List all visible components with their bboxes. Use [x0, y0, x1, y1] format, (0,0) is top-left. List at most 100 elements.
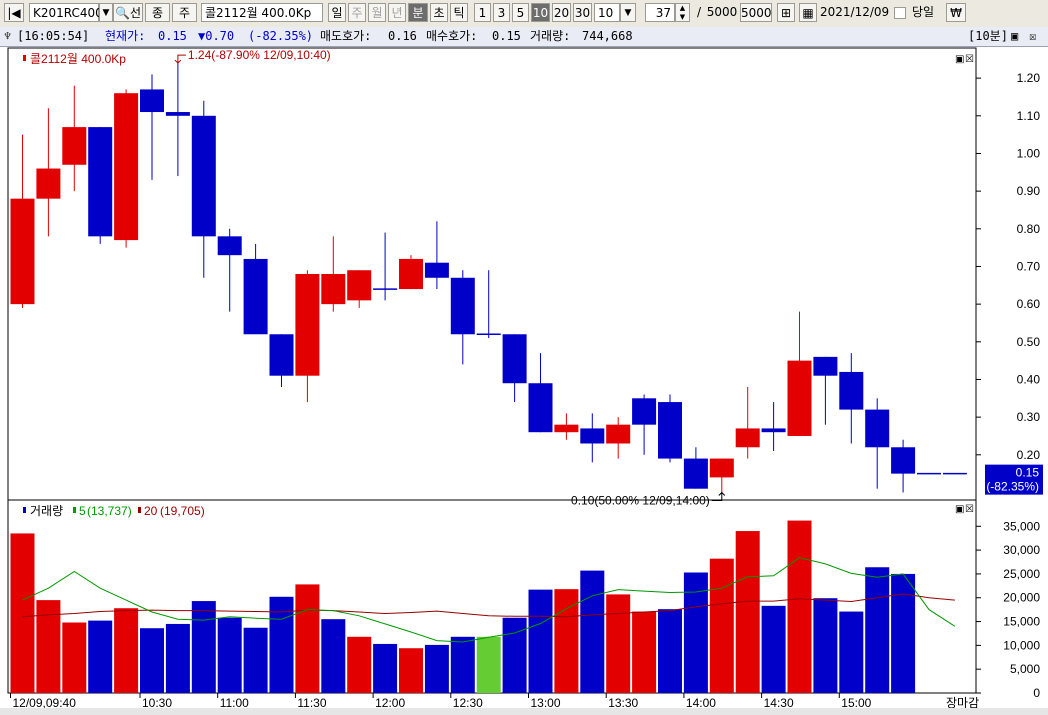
interval-3[interactable]: 3	[493, 3, 510, 22]
volume-bar	[476, 636, 501, 693]
candle-body	[295, 274, 320, 376]
volume-y-tick-label: 5,000	[1010, 662, 1040, 676]
time-axis-label: 13:00	[531, 696, 561, 710]
ma5-legend-name: 5	[79, 504, 86, 518]
period-tick[interactable]: 틱	[450, 3, 468, 22]
ma20-legend-marker	[138, 507, 141, 513]
period-minute[interactable]: 분	[408, 3, 428, 22]
volume-bar	[839, 611, 864, 693]
last-price-value: 0.15	[1016, 466, 1040, 480]
candle-body	[787, 360, 812, 436]
max-annotation: 1.24(-87.90% 12/09,10:40)	[174, 48, 331, 64]
volume-bar	[502, 617, 527, 693]
ma20-legend-name: 20	[144, 504, 158, 518]
currency-icon[interactable]: ₩	[946, 3, 966, 22]
interval-1[interactable]: 1	[474, 3, 491, 22]
candle-body	[321, 274, 346, 305]
volume-panel-title: 거래량	[30, 504, 63, 518]
interval-select[interactable]: 10	[594, 3, 620, 22]
candle-body	[580, 428, 605, 444]
volume-bar	[114, 608, 139, 693]
volume-bar	[165, 623, 190, 693]
pin-icon[interactable]: ♆	[4, 27, 11, 46]
min-annotation: 0.10(50.00% 12/09,14:00)	[571, 491, 726, 507]
last-price-change: (-82.35%)	[986, 480, 1039, 494]
period-year[interactable]: 년	[388, 3, 406, 22]
candle-body	[450, 277, 475, 335]
ma20-legend-value: (19,705)	[160, 504, 205, 518]
interval-30[interactable]: 30	[573, 3, 592, 22]
prev-button[interactable]: 종	[145, 3, 170, 22]
price-panel-maximize-icon[interactable]: ▣	[955, 54, 964, 65]
price-y-tick-label: 1.20	[1017, 71, 1041, 85]
volume-bar	[606, 594, 631, 693]
price-y-tick-label: 1.10	[1017, 109, 1041, 123]
interval-dropdown-icon[interactable]: ▼	[620, 3, 636, 22]
symbol-dropdown-icon[interactable]: ▼	[99, 3, 113, 22]
volume-bar	[10, 533, 35, 693]
period-second[interactable]: 초	[430, 3, 448, 22]
period-tag: [10분]	[968, 29, 1008, 43]
price-panel-title: 콜2112월 400.0Kp	[30, 52, 126, 66]
price-y-tick-label: 1.00	[1017, 146, 1041, 160]
item-name-field[interactable]: 콜2112월 400.0Kp	[201, 3, 323, 22]
count-spinner-icon[interactable]: ▲ ▼	[675, 3, 690, 22]
candle-body	[36, 168, 61, 199]
candle-body	[88, 127, 113, 237]
candle-body	[891, 447, 916, 474]
count-max-label: 5000	[706, 5, 738, 19]
first-page-icon[interactable]: |◀	[4, 3, 24, 22]
period-month[interactable]: 월	[368, 3, 386, 22]
candle-body	[761, 428, 786, 433]
interval-20[interactable]: 20	[552, 3, 571, 22]
volume-value: 744,668	[582, 29, 633, 43]
candle-body	[191, 115, 216, 237]
volume-bar	[399, 648, 423, 693]
symbol-input[interactable]: K201RC400	[29, 3, 103, 22]
time-axis-label: 10:30	[142, 696, 172, 710]
calendar-icon[interactable]: ▦	[799, 3, 817, 22]
volume-bar	[709, 558, 734, 693]
time-axis: 12/09,09:40 10:30 11:00 11:30 12:00 12:30 13:0…	[10, 693, 979, 710]
volume-bar	[761, 605, 786, 693]
count-max-box[interactable]: 5000	[740, 3, 772, 22]
time-axis-label: 11:30	[297, 696, 326, 710]
time-axis-label: 12/09,09:40	[13, 696, 77, 710]
same-day-checkbox[interactable]	[894, 7, 906, 19]
price-change: ▼0.70	[198, 29, 235, 43]
candle-body	[683, 458, 708, 489]
candle-body	[10, 198, 35, 305]
count-separator: /	[696, 5, 702, 19]
volume-y-tick-label: 25,000	[1003, 567, 1040, 581]
volume-panel-close-icon[interactable]: ☒	[965, 504, 974, 515]
restore-window-icon[interactable]: ▣	[1011, 27, 1018, 46]
price-y-tick-label: 0.80	[1017, 222, 1041, 236]
interval-5[interactable]: 5	[512, 3, 529, 22]
candle-body	[269, 334, 294, 376]
current-price-value: 0.15	[158, 29, 187, 43]
add-window-icon[interactable]: ⊞	[777, 3, 795, 22]
candle-body	[114, 93, 139, 241]
volume-bar	[891, 573, 916, 693]
interval-10[interactable]: 10	[531, 3, 550, 22]
volume-panel-maximize-icon[interactable]: ▣	[955, 504, 964, 515]
volume-y-tick-label: 20,000	[1003, 591, 1040, 605]
close-window-icon[interactable]: ☒	[1029, 27, 1036, 46]
horizontal-scrollbar[interactable]	[0, 708, 1048, 715]
count-input[interactable]: 37	[645, 3, 675, 22]
next-button[interactable]: 주	[172, 3, 197, 22]
period-week[interactable]: 주	[348, 3, 366, 22]
candle-body	[658, 402, 682, 459]
candle-body	[217, 236, 242, 256]
volume-bar	[865, 567, 890, 693]
price-y-tick-label: 0.20	[1017, 448, 1041, 462]
price-panel-close-icon[interactable]: ☒	[965, 54, 974, 65]
volume-bar	[321, 619, 346, 693]
volume-bar	[243, 627, 268, 693]
period-day[interactable]: 일	[328, 3, 346, 22]
select-label: 선	[129, 6, 141, 20]
max-annotation-text: 1.24(-87.90% 12/09,10:40)	[188, 48, 331, 62]
time-axis-label: 13:30	[608, 696, 638, 710]
time-axis-label: 14:00	[686, 696, 716, 710]
select-button[interactable]: 🔍선	[113, 3, 143, 22]
